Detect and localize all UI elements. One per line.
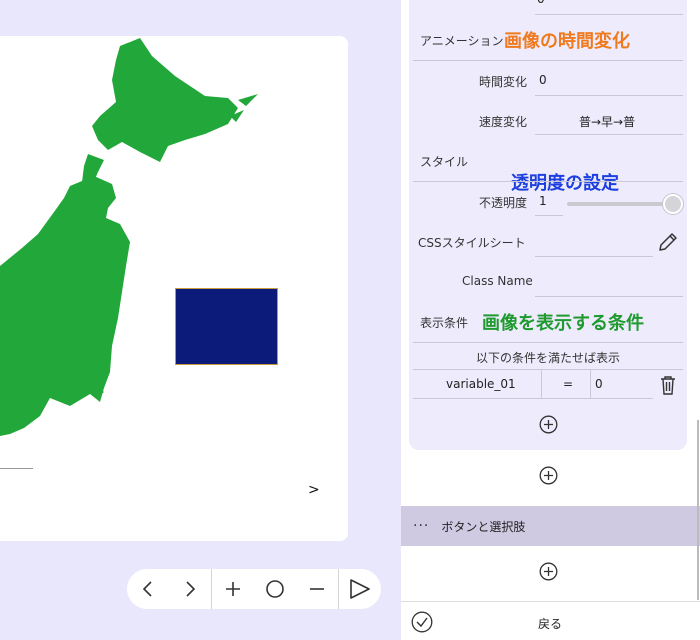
column-divider [541,370,542,398]
condition-header: 以下の条件を満たせば表示 [476,351,621,365]
reset-zoom-button[interactable] [254,569,296,609]
navy-rectangle-image[interactable] [175,288,278,365]
condition-variable-select[interactable]: variable_01 [446,377,516,391]
chevron-left-icon [142,581,152,597]
preview-toolbar [127,569,381,609]
more-icon[interactable]: ··· [413,518,429,534]
image-settings-group: 0 アニメーション 画像の時間変化 時間変化 0 速度変化 普→早→普 スタイル… [409,0,687,450]
trash-icon[interactable] [660,375,676,395]
next-button[interactable] [169,569,211,609]
time-change-input[interactable]: 0 [539,73,547,87]
animation-annotation: 画像の時間変化 [504,31,630,52]
chevron-right-icon [186,581,196,597]
row-divider [413,60,683,61]
section-title: ボタンと選択肢 [441,519,526,534]
opacity-slider-handle[interactable] [663,194,683,214]
back-button[interactable]: 戻る [538,615,562,632]
play-icon [349,579,370,599]
speed-change-select[interactable]: 普→早→普 [579,113,635,130]
row-divider [535,134,683,135]
canvas-divider [0,468,33,469]
pencil-icon[interactable] [656,230,680,254]
cutoff-row-value: 0 [537,0,545,6]
japan-map-image [0,38,258,436]
animation-label: アニメーション [420,34,504,48]
row-divider [535,14,683,15]
display-condition-annotation: 画像を表示する条件 [482,313,644,334]
panel-scrollbar[interactable] [697,420,699,600]
check-circle-icon[interactable] [411,611,433,633]
zoom-in-button[interactable] [212,569,254,609]
add-button-choice-button[interactable] [539,562,558,581]
minus-icon [310,588,324,590]
canvas-preview: > [0,36,348,541]
add-image-button[interactable] [539,466,558,485]
row-divider [535,256,653,257]
time-change-label: 時間変化 [479,75,528,89]
plus-icon [226,582,240,596]
row-divider [413,398,653,399]
class-name-label: Class Name [462,274,533,288]
back-bar[interactable]: 戻る [401,601,700,640]
buttons-and-choices-section[interactable]: ··· ボタンと選択肢 [401,506,700,546]
circle-icon [266,580,284,598]
speed-change-label: 速度変化 [479,115,528,129]
opacity-annotation: 透明度の設定 [511,173,619,194]
row-divider [413,369,683,370]
play-button[interactable] [339,569,380,609]
row-divider [535,215,563,216]
next-page-arrow[interactable]: > [308,482,320,498]
css-stylesheet-label: CSSスタイルシート [418,236,526,250]
row-divider [535,95,683,96]
previous-button[interactable] [127,569,169,609]
properties-panel: 0 アニメーション 画像の時間変化 時間変化 0 速度変化 普→早→普 スタイル… [401,0,700,640]
opacity-input[interactable]: 1 [539,194,547,208]
style-label: スタイル [420,155,469,169]
add-condition-button[interactable] [539,415,558,434]
column-divider [590,370,591,398]
condition-value-input[interactable]: 0 [595,377,603,391]
row-divider [413,181,683,182]
row-divider [535,296,683,297]
row-divider [413,342,683,343]
opacity-slider-track[interactable] [567,202,672,206]
opacity-label: 不透明度 [479,196,528,210]
condition-operator-select[interactable]: = [563,377,573,391]
display-condition-label: 表示条件 [420,316,469,330]
zoom-out-button[interactable] [296,569,338,609]
